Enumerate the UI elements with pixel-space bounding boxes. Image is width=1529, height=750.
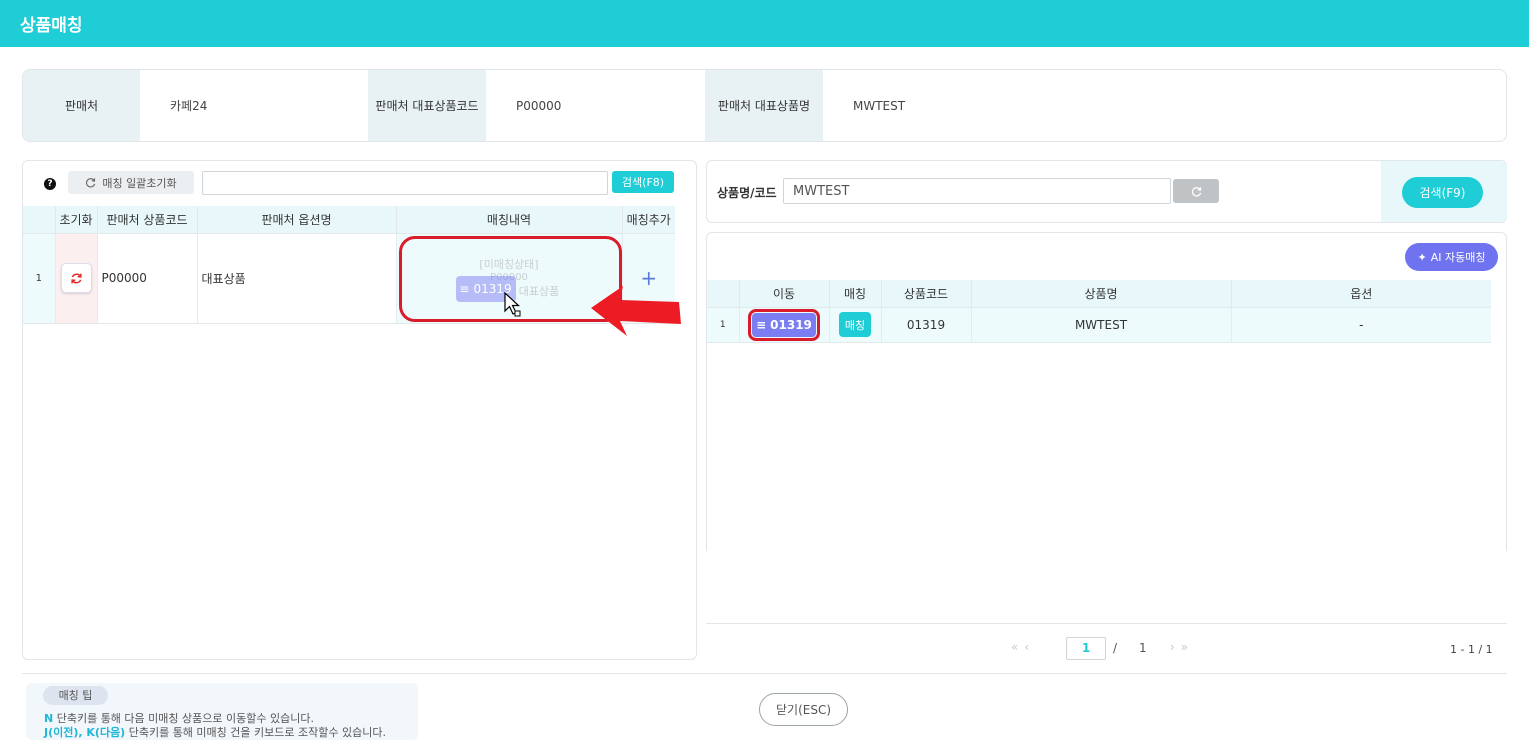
row-number: 1 [23, 233, 56, 324]
pager-prev-icons[interactable]: «‹ [1011, 640, 1035, 654]
row-match-cell: 매칭 [829, 307, 882, 343]
row-product-code: 01319 [881, 307, 972, 343]
move-chip[interactable]: ≡ 01319 [748, 308, 820, 341]
help-icon[interactable]: ? [44, 178, 56, 190]
row-product-name: MWTEST [971, 307, 1232, 343]
product-results-table: 이동 매칭 상품코드 상품명 옵션 1 ≡ 01319 매칭 01319 MWT… [707, 280, 1491, 343]
col-option-name: 판매처 옵션명 [197, 206, 397, 234]
col-match: 매칭 [829, 280, 882, 308]
col-product-code: 상품코드 [881, 280, 972, 308]
product-search-input[interactable] [783, 178, 1171, 204]
table-header: 초기화 판매처 상품코드 판매처 옵션명 매칭내역 매칭추가 [23, 206, 675, 234]
close-button[interactable]: 닫기(ESC) [759, 693, 848, 726]
pager-total: 1 [1139, 641, 1147, 655]
product-info-bar: 판매처 카페24 판매처 대표상품코드 P00000 판매처 대표상품명 MWT… [22, 69, 1507, 142]
table-header: 이동 매칭 상품코드 상품명 옵션 [707, 280, 1491, 308]
row-seller-code: P00000 [97, 233, 198, 324]
drag-handle-icon: ≡ [756, 317, 767, 332]
match-button[interactable]: 매칭 [839, 312, 871, 337]
window-title: 상품매칭 [0, 0, 1529, 47]
refresh-icon [86, 178, 96, 188]
seller-label: 판매처 [23, 70, 140, 141]
ai-auto-match-button[interactable]: ✦ AI 자동매칭 [1405, 243, 1498, 271]
tips-title: 매칭 팁 [43, 686, 108, 705]
left-search-input[interactable] [202, 171, 608, 195]
reset-icon [70, 273, 82, 283]
row-number: 1 [707, 307, 740, 343]
col-match-detail: 매칭내역 [396, 206, 623, 234]
rep-code-label: 판매처 대표상품코드 [368, 70, 486, 141]
col-move: 이동 [739, 280, 830, 308]
row-move-cell: ≡ 01319 [739, 307, 830, 343]
tip-line-2: J(이전), K(다음) 단축키를 통해 미매칭 건을 키보드로 조작할수 있습… [44, 726, 386, 739]
col-option: 옵션 [1231, 280, 1491, 308]
row-option-name: 대표상품 [197, 233, 397, 324]
product-search-panel: 상품명/코드 검색(F9) [706, 160, 1507, 223]
row-reset-cell [55, 233, 98, 324]
seller-value: 카페24 [170, 99, 208, 113]
col-no [707, 280, 740, 308]
row-reset-button[interactable] [60, 263, 92, 293]
reset-all-button[interactable]: 매칭 일괄초기화 [68, 171, 194, 194]
col-product-name: 상품명 [971, 280, 1232, 308]
rep-code-value: P00000 [516, 98, 562, 113]
pager-next-icons[interactable]: ›» [1170, 640, 1194, 654]
product-results-panel: ✦ AI 자동매칭 이동 매칭 상품코드 상품명 옵션 1 ≡ 01319 매칭… [706, 232, 1507, 551]
tips-box: 매칭 팁 N 단축키를 통해 다음 미매칭 상품으로 이동할수 있습니다. J(… [26, 683, 418, 740]
footer-divider [22, 673, 1507, 674]
col-reset: 초기화 [55, 206, 98, 234]
magic-wand-icon: ✦ [1417, 250, 1427, 264]
left-search-button[interactable]: 검색(F8) [612, 171, 674, 193]
col-no [23, 206, 56, 234]
red-arrow-icon [591, 286, 681, 336]
table-row: 1 ≡ 01319 매칭 01319 MWTEST - [707, 307, 1491, 343]
pager-divider [706, 623, 1507, 624]
pager-range: 1 - 1 / 1 [1450, 643, 1493, 656]
reset-all-label: 매칭 일괄초기화 [102, 176, 177, 190]
table-row: 1 P00000 대표상품 [미매칭상태] P00000 대표상품 ≡ [23, 233, 675, 324]
col-seller-code: 판매처 상품코드 [97, 206, 198, 234]
pager-current-input[interactable]: 1 [1066, 637, 1106, 660]
col-match-add: 매칭추가 [622, 206, 675, 234]
search-label: 상품명/코드 [717, 186, 777, 200]
search-button-area: 검색(F9) [1381, 161, 1507, 222]
row-option: - [1231, 307, 1491, 343]
refresh-icon [1191, 186, 1201, 197]
rep-name-label: 판매처 대표상품명 [705, 70, 823, 141]
pager-separator: / [1113, 641, 1118, 655]
clear-search-button[interactable] [1173, 179, 1219, 203]
seller-product-panel: ? 매칭 일괄초기화 검색(F8) 초기화 판매처 상품코드 판매처 옵션명 매… [22, 160, 697, 660]
product-search-button[interactable]: 검색(F9) [1402, 177, 1483, 208]
rep-name-value: MWTEST [853, 98, 906, 113]
seller-product-table: 초기화 판매처 상품코드 판매처 옵션명 매칭내역 매칭추가 1 P00000 … [23, 206, 675, 324]
